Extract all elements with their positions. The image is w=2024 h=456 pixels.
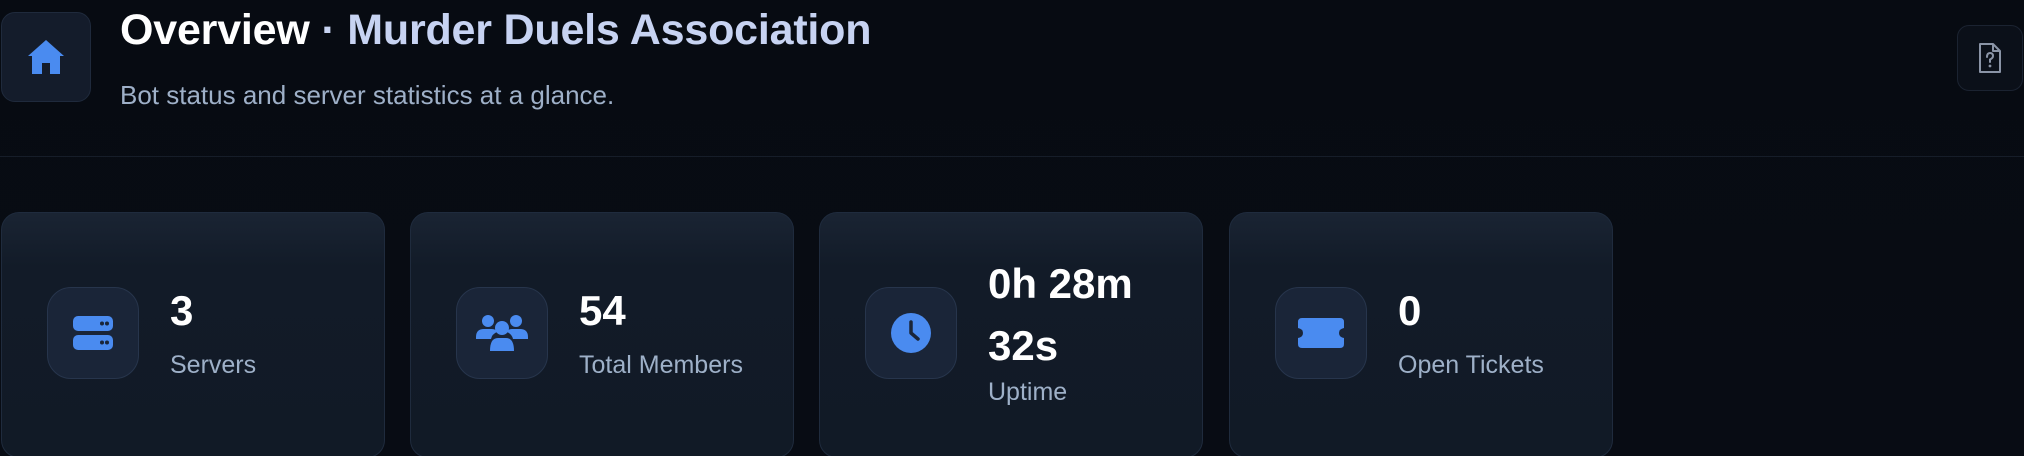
stat-label: Total Members bbox=[579, 351, 743, 379]
help-button[interactable] bbox=[1957, 25, 2023, 91]
stat-label: Uptime bbox=[988, 378, 1068, 406]
stat-value: 3 bbox=[170, 287, 194, 334]
server-icon bbox=[73, 316, 113, 350]
users-icon bbox=[476, 315, 528, 351]
stat-label: Open Tickets bbox=[1398, 351, 1544, 379]
page-title-separator: · bbox=[309, 6, 348, 54]
page-title-org: Murder Duels Association bbox=[347, 6, 872, 54]
stat-value: 0 bbox=[1398, 287, 1422, 334]
file-question-icon bbox=[1979, 43, 2001, 73]
stat-value: 0h 28m 32s bbox=[988, 260, 1133, 369]
stat-card-members: 54 Total Members bbox=[410, 212, 794, 456]
stat-label: Servers bbox=[170, 351, 257, 379]
page-title: Overview · Murder Duels Association bbox=[120, 6, 872, 55]
clock-icon bbox=[891, 313, 931, 353]
page-subtitle: Bot status and server statistics at a gl… bbox=[120, 80, 615, 110]
header-divider bbox=[0, 156, 2024, 157]
page-title-main: Overview bbox=[120, 6, 310, 54]
stat-card-uptime: 0h 28m 32s Uptime bbox=[819, 212, 1203, 456]
stat-card-tickets: 0 Open Tickets bbox=[1229, 212, 1613, 456]
header-home-badge bbox=[1, 12, 91, 102]
stat-icon-badge bbox=[1275, 287, 1367, 379]
ticket-icon bbox=[1298, 318, 1344, 348]
stat-icon-badge bbox=[47, 287, 139, 379]
stat-icon-badge bbox=[865, 287, 957, 379]
home-icon bbox=[28, 40, 64, 74]
stat-icon-badge bbox=[456, 287, 548, 379]
overview-page: Overview · Murder Duels Association Bot … bbox=[0, 0, 2024, 456]
stat-card-servers: 3 Servers bbox=[1, 212, 385, 456]
stat-value: 54 bbox=[579, 287, 626, 334]
